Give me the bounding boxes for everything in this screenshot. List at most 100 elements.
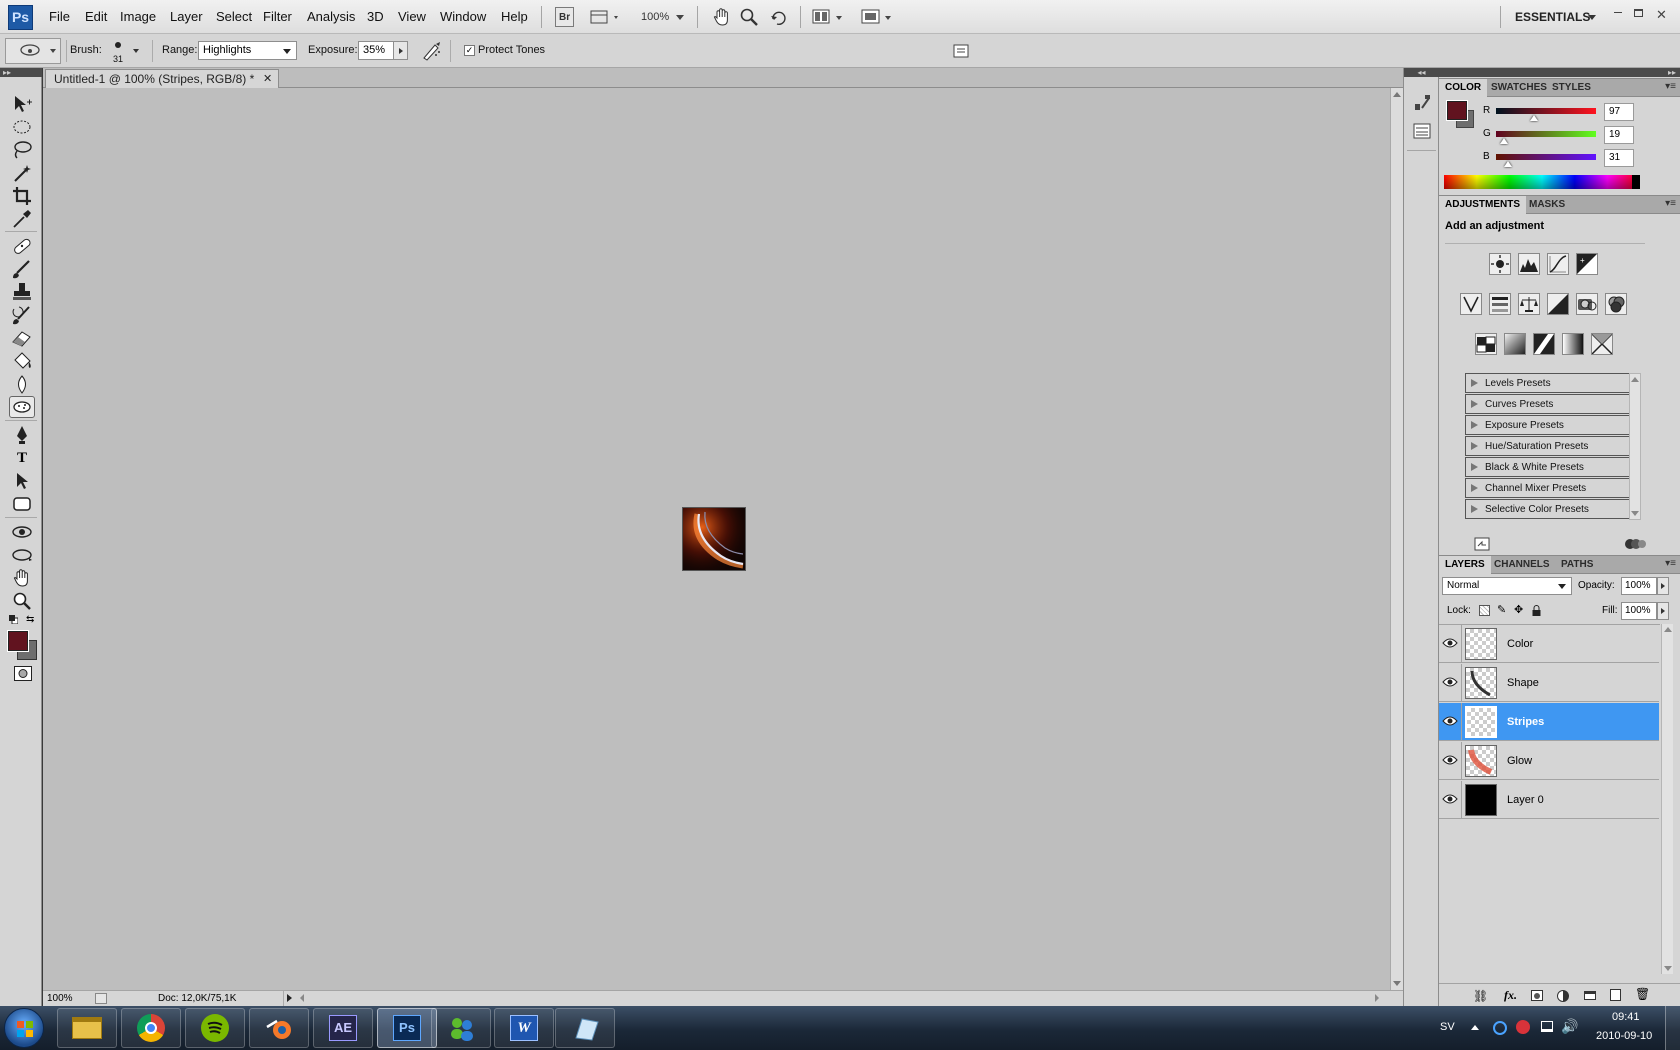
- panel-toggle-icon[interactable]: [953, 44, 969, 58]
- brightness-contrast-icon[interactable]: [1489, 253, 1511, 275]
- layer-name[interactable]: Stripes: [1507, 703, 1544, 741]
- menu-file[interactable]: File: [49, 0, 70, 34]
- lock-pixels-icon[interactable]: ✎: [1497, 603, 1506, 616]
- zoom-tool-icon[interactable]: [739, 7, 759, 27]
- hand-tool-icon[interactable]: [712, 7, 732, 27]
- gradient-map-icon[interactable]: [1562, 333, 1584, 355]
- status-zoom[interactable]: 100%: [47, 991, 73, 1006]
- lasso-tool-icon[interactable]: [9, 139, 35, 161]
- green-slider-thumb[interactable]: [1499, 138, 1508, 144]
- lock-all-icon[interactable]: [1532, 605, 1541, 616]
- selective-color-icon[interactable]: [1591, 333, 1613, 355]
- taskbar-word[interactable]: W: [494, 1008, 554, 1048]
- menu-filter[interactable]: Filter: [263, 0, 292, 34]
- taskbar-messenger[interactable]: [431, 1008, 491, 1048]
- menu-window[interactable]: Window: [440, 0, 486, 34]
- layer-thumbnail[interactable]: [1465, 745, 1497, 777]
- hand-tool-icon[interactable]: [9, 567, 35, 589]
- show-desktop-button[interactable]: [1665, 1006, 1680, 1050]
- clock-time[interactable]: 09:41: [1612, 1011, 1640, 1023]
- swap-colors-icon[interactable]: ⇆: [26, 614, 34, 625]
- color-balance-icon[interactable]: [1518, 293, 1540, 315]
- marquee-tool-icon[interactable]: [9, 116, 35, 138]
- tab-masks[interactable]: MASKS: [1523, 196, 1571, 214]
- lock-transparency-icon[interactable]: [1479, 605, 1490, 616]
- menu-analysis[interactable]: Analysis: [307, 0, 355, 34]
- tab-styles[interactable]: STYLES: [1546, 79, 1597, 97]
- photo-filter-icon[interactable]: [1576, 293, 1598, 315]
- vertical-scrollbar[interactable]: [1390, 88, 1403, 990]
- preset-channel-mixer[interactable]: Channel Mixer Presets: [1465, 478, 1639, 498]
- menu-3d[interactable]: 3D: [367, 0, 384, 34]
- green-value-input[interactable]: 19: [1604, 126, 1634, 144]
- fill-input[interactable]: 100%: [1621, 602, 1657, 620]
- layer-name[interactable]: Shape: [1507, 664, 1539, 702]
- tab-paths[interactable]: PATHS: [1555, 556, 1599, 574]
- blue-slider[interactable]: [1496, 154, 1596, 160]
- tab-color[interactable]: COLOR: [1439, 79, 1488, 97]
- quick-mask-icon[interactable]: [14, 666, 32, 682]
- black-white-icon[interactable]: [1547, 293, 1569, 315]
- delete-layer-icon[interactable]: 🗑: [1635, 987, 1650, 1001]
- hue-saturation-icon[interactable]: [1489, 293, 1511, 315]
- language-indicator[interactable]: SV: [1440, 1021, 1455, 1033]
- layers-scrollbar[interactable]: [1661, 624, 1673, 974]
- lock-position-icon[interactable]: ✥: [1514, 603, 1523, 616]
- close-window-icon[interactable]: ✕: [1656, 7, 1667, 23]
- tab-swatches[interactable]: SWATCHES: [1485, 79, 1553, 97]
- taskbar-after-effects[interactable]: AE: [313, 1008, 373, 1048]
- threshold-icon[interactable]: [1533, 333, 1555, 355]
- screen-mode-icon[interactable]: [861, 8, 895, 26]
- photoshop-logo[interactable]: Ps: [8, 5, 33, 30]
- brush-tool-icon[interactable]: [9, 258, 35, 280]
- airbrush-icon[interactable]: [421, 40, 443, 62]
- fill-slider-button[interactable]: [1657, 602, 1669, 620]
- workspace-switcher[interactable]: ESSENTIALS: [1515, 0, 1590, 34]
- workspace-dropdown-icon[interactable]: [1588, 15, 1596, 20]
- scroll-down-icon[interactable]: [1631, 511, 1639, 516]
- taskbar-spotify[interactable]: [185, 1008, 245, 1048]
- sponge-tool-icon[interactable]: [9, 396, 35, 418]
- layer-row-glow[interactable]: Glow: [1439, 742, 1659, 780]
- menu-edit[interactable]: Edit: [85, 0, 107, 34]
- curves-icon[interactable]: [1547, 253, 1569, 275]
- color-panel-menu-icon[interactable]: ▾≡: [1665, 81, 1676, 92]
- new-layer-icon[interactable]: [1610, 989, 1621, 1001]
- vibrance-icon[interactable]: [1460, 293, 1482, 315]
- add-mask-icon[interactable]: [1531, 990, 1543, 1001]
- layer-thumbnail[interactable]: [1465, 706, 1497, 738]
- menu-help[interactable]: Help: [501, 0, 528, 34]
- preset-hue-saturation[interactable]: Hue/Saturation Presets: [1465, 436, 1639, 456]
- scroll-up-icon[interactable]: [1631, 377, 1639, 382]
- zoom-level[interactable]: 100%: [641, 7, 669, 27]
- document-canvas[interactable]: [682, 507, 746, 571]
- taskbar-blender[interactable]: [249, 1008, 309, 1048]
- return-to-adjustment-list-icon[interactable]: [1474, 537, 1490, 551]
- rotate-view-icon[interactable]: [769, 7, 789, 27]
- scroll-left-icon[interactable]: [300, 994, 304, 1002]
- range-select[interactable]: Highlights: [198, 41, 297, 60]
- preset-levels[interactable]: Levels Presets: [1465, 373, 1639, 393]
- history-brush-tool-icon[interactable]: [9, 304, 35, 326]
- blur-tool-icon[interactable]: [9, 373, 35, 395]
- zoom-tool-icon[interactable]: [9, 590, 35, 612]
- taskbar-explorer[interactable]: [57, 1008, 117, 1048]
- 3d-rotate-tool-icon[interactable]: [9, 521, 35, 543]
- volume-icon[interactable]: 🔊: [1561, 1018, 1578, 1035]
- brush-size[interactable]: 31: [113, 54, 123, 64]
- green-slider[interactable]: [1496, 131, 1596, 137]
- layer-style-icon[interactable]: fx.: [1504, 988, 1517, 1003]
- visibility-eye-icon[interactable]: [1442, 752, 1458, 768]
- default-colors-icon[interactable]: [9, 615, 18, 624]
- menu-view[interactable]: View: [398, 0, 426, 34]
- scroll-up-icon[interactable]: [1393, 92, 1401, 97]
- zoom-dropdown-icon[interactable]: [676, 15, 684, 20]
- layer-name[interactable]: Glow: [1507, 742, 1532, 780]
- layer-thumbnail[interactable]: [1465, 667, 1497, 699]
- tab-adjustments[interactable]: ADJUSTMENTS: [1439, 196, 1527, 214]
- foreground-color-swatch[interactable]: [7, 630, 29, 652]
- canvas-area[interactable]: [43, 88, 1390, 990]
- preset-selective-color[interactable]: Selective Color Presets: [1465, 499, 1639, 519]
- eyedropper-tool-icon[interactable]: [9, 208, 35, 230]
- arrange-documents-icon[interactable]: [812, 8, 846, 26]
